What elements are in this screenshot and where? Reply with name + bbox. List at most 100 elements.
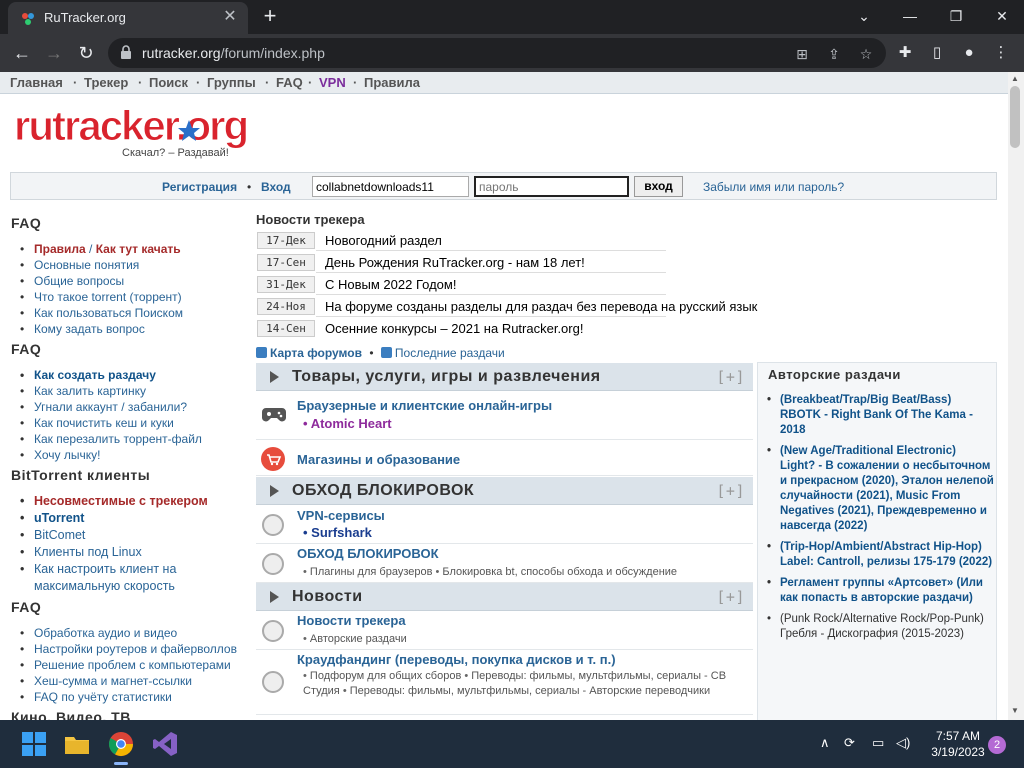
sidebar-item[interactable]: Как пользоваться Поиском <box>20 305 183 321</box>
forum-title[interactable]: Магазины и образование <box>297 452 460 467</box>
news-link[interactable]: День Рождения RuTracker.org - нам 18 лет… <box>325 255 585 270</box>
browser-tab[interactable]: RuTracker.org ✕ <box>8 2 248 34</box>
menu-kebab-icon[interactable]: ⋮ <box>990 43 1012 63</box>
expand-button[interactable]: [+] <box>716 368 745 386</box>
recent-releases-link[interactable]: Последние раздачи <box>395 346 505 360</box>
forum-title[interactable]: VPN-сервисы <box>297 508 385 523</box>
news-link[interactable]: Осенние конкурсы – 2021 на Rutracker.org… <box>325 321 583 336</box>
sidebar-item[interactable]: Угнали аккаунт / забанили? <box>20 399 202 415</box>
sidebar-item[interactable]: Обработка аудио и видео <box>20 625 237 641</box>
sidebar-item[interactable]: Что такое torrent (торрент) <box>20 289 183 305</box>
news-link[interactable]: Новогодний раздел <box>325 233 442 248</box>
sidebar-item[interactable]: Настройки роутеров и файерволлов <box>20 641 237 657</box>
rules-link[interactable]: Правила <box>34 242 86 256</box>
taskbar-clock[interactable]: 7:57 AM 3/19/2023 <box>928 728 988 760</box>
nav-faq[interactable]: FAQ <box>276 75 303 90</box>
sync-icon[interactable]: ⟳ <box>844 735 855 751</box>
register-link[interactable]: Регистрация <box>162 180 237 194</box>
password-input[interactable] <box>474 176 629 197</box>
category-header-news[interactable]: Новости [+] <box>256 583 753 611</box>
sidebar-item[interactable]: Кому задать вопрос <box>20 321 183 337</box>
forum-map-link[interactable]: Карта форумов <box>270 346 362 360</box>
news-link[interactable]: С Новым 2022 Годом! <box>325 277 456 292</box>
nav-vpn[interactable]: VPN <box>319 75 346 90</box>
restore-icon[interactable]: ❐ <box>936 2 976 30</box>
share-icon[interactable]: ⇪ <box>824 45 844 63</box>
reload-icon[interactable]: ↻ <box>74 41 98 65</box>
username-input[interactable] <box>312 176 469 197</box>
network-icon[interactable]: ▭ <box>872 735 884 751</box>
extensions-puzzle-icon[interactable]: ✚ <box>894 43 916 63</box>
volume-icon[interactable]: ◁) <box>896 735 910 751</box>
subforum-link[interactable]: Переводы: фильмы, мультфильмы, сериалы -… <box>350 685 710 697</box>
new-tab-button[interactable]: + <box>258 4 282 28</box>
sidebar-item[interactable]: Клиенты под Linux <box>20 544 208 561</box>
sidebar-item[interactable]: Хочу лычку! <box>20 447 202 463</box>
category-header-bypass[interactable]: ОБХОД БЛОКИРОВОК [+] <box>256 477 753 505</box>
tab-search-chevron-icon[interactable]: ⌄ <box>844 2 884 30</box>
sidebar-item[interactable]: Несовместимые с трекером <box>20 493 208 510</box>
visual-studio-icon[interactable] <box>151 730 179 758</box>
side-panel-icon[interactable]: ▯ <box>926 43 948 63</box>
sidebar-item[interactable]: Как залить картинку <box>20 383 202 399</box>
expand-button[interactable]: [+] <box>716 482 745 500</box>
scroll-down-icon[interactable]: ▼ <box>1011 706 1019 715</box>
page-scrollbar[interactable]: ▲ ▼ <box>1008 72 1024 720</box>
address-bar[interactable]: rutracker.org/forum/index.php ⊞ ⇪ ☆ <box>108 38 886 68</box>
sidebar-item[interactable]: Основные понятия <box>20 257 183 273</box>
profile-icon[interactable]: ● <box>958 43 980 63</box>
rutracker-logo[interactable]: rutracker.org Скачал? – Раздавай! <box>14 102 254 160</box>
sidebar-item[interactable]: Хеш-сумма и магнет-ссылки <box>20 673 237 689</box>
sidebar-item[interactable]: Как почистить кеш и куки <box>20 415 202 431</box>
sidebar-item[interactable]: FAQ по учёту статистики <box>20 689 237 705</box>
sidebar-item[interactable]: BitComet <box>20 527 208 544</box>
how-to-download-link[interactable]: Как тут качать <box>96 242 181 256</box>
sidebar-item[interactable]: Общие вопросы <box>20 273 183 289</box>
close-window-icon[interactable]: ✕ <box>982 2 1022 30</box>
scroll-up-icon[interactable]: ▲ <box>1011 74 1019 83</box>
sidebar-item[interactable]: uTorrent <box>20 510 208 527</box>
windows-start-icon[interactable] <box>20 730 48 758</box>
forum-title[interactable]: Браузерные и клиентские онлайн-игры <box>297 398 552 413</box>
login-link[interactable]: Вход <box>261 180 291 194</box>
bookmark-star-icon[interactable]: ☆ <box>856 45 876 63</box>
subforum-atomic-heart[interactable]: • Atomic Heart <box>303 416 392 431</box>
sidebar-item[interactable]: Как создать раздачу <box>20 367 202 383</box>
subforum-link[interactable]: Блокировка bt, способы обхода и обсужден… <box>442 566 677 578</box>
translate-icon[interactable]: ⊞ <box>792 45 812 63</box>
release-link[interactable]: (Punk Rock/Alternative Rock/Pop-Punk) Гр… <box>766 612 994 642</box>
nav-tracker[interactable]: Трекер <box>84 75 128 90</box>
tray-chevron-icon[interactable]: ∧ <box>820 735 830 751</box>
close-tab-icon[interactable]: ✕ <box>220 7 240 27</box>
sidebar-item[interactable]: Решение проблем с компьютерами <box>20 657 237 673</box>
sidebar-item[interactable]: Как настроить клиент на <box>20 561 208 578</box>
forum-title[interactable]: Новости трекера <box>297 613 406 628</box>
sidebar-item[interactable]: Как перезалить торрент-файл <box>20 431 202 447</box>
chrome-icon[interactable] <box>107 730 135 758</box>
release-link[interactable]: Регламент группы «Артсовет» (Или как поп… <box>766 576 994 606</box>
sidebar-item-cont[interactable]: максимальную скорость <box>20 578 208 595</box>
file-explorer-icon[interactable] <box>63 730 91 758</box>
back-arrow-icon[interactable]: ← <box>10 41 34 65</box>
news-link[interactable]: На форуме созданы разделы для раздач без… <box>325 299 757 314</box>
expand-button[interactable]: [+] <box>716 588 745 606</box>
nav-groups[interactable]: Группы <box>207 75 256 90</box>
scroll-thumb[interactable] <box>1010 86 1020 148</box>
subforum-surfshark[interactable]: • Surfshark <box>303 525 372 540</box>
forum-title[interactable]: Краудфандинг (переводы, покупка дисков и… <box>297 652 616 667</box>
release-link[interactable]: (Breakbeat/Trap/Big Beat/Bass) RBOTK - R… <box>766 393 994 438</box>
forward-arrow-icon[interactable]: → <box>42 41 66 65</box>
category-header-goods[interactable]: Товары, услуги, игры и развлечения [+] <box>256 363 753 391</box>
forum-title[interactable]: ОБХОД БЛОКИРОВОК <box>297 546 439 561</box>
nav-home[interactable]: Главная <box>10 75 63 90</box>
minimize-icon[interactable]: — <box>890 2 930 30</box>
release-link[interactable]: (New Age/Traditional Electronic) Light? … <box>766 444 994 534</box>
subforum-link[interactable]: Авторские раздачи <box>310 633 407 645</box>
forgot-password-link[interactable]: Забыли имя или пароль? <box>703 180 844 194</box>
subforum-link[interactable]: Плагины для браузеров <box>310 566 433 578</box>
login-submit-button[interactable]: вход <box>634 176 683 197</box>
nav-search[interactable]: Поиск <box>149 75 188 90</box>
notification-badge[interactable]: 2 <box>988 736 1006 754</box>
subforum-link[interactable]: Подфорум для общих сборов <box>310 670 461 682</box>
nav-rules[interactable]: Правила <box>364 75 420 90</box>
